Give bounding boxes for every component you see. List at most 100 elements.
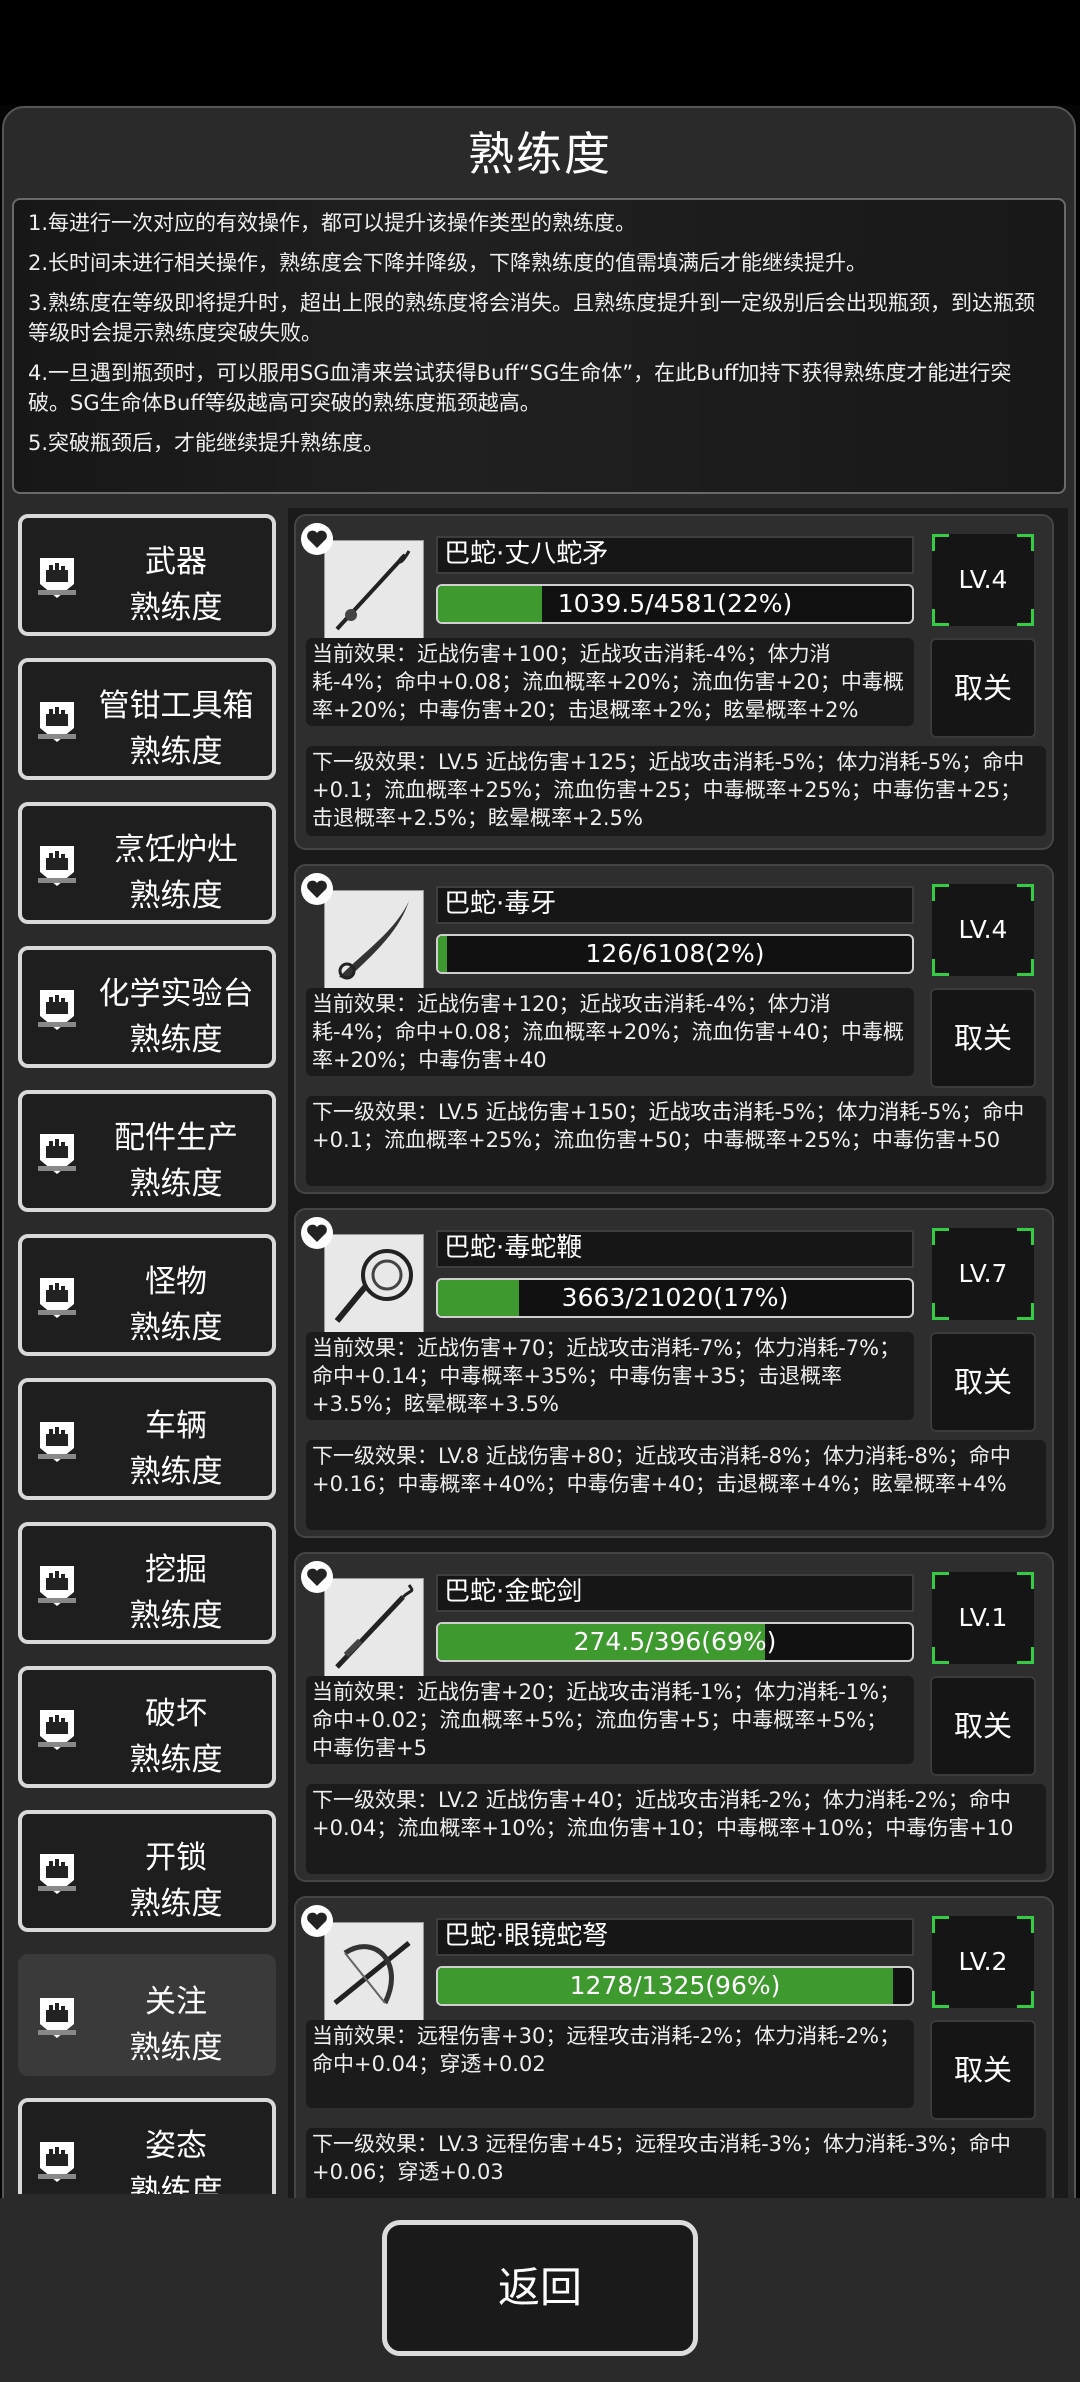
progress-bar: 3663/21020(17%)	[436, 1278, 914, 1318]
heart-icon[interactable]	[300, 1560, 334, 1594]
proficiency-card: 巴蛇·眼镜蛇弩 1278/1325(96%) LV.2 当前效果：远程伤害+30；远程…	[294, 1896, 1054, 2198]
progress-text: 126/6108(2%)	[585, 939, 765, 968]
category-suffix: 熟练度	[129, 2030, 223, 2066]
proficiency-card: 巴蛇·毒牙 126/6108(2%) LV.4 当前效果：近战伤害+120；近战攻击消…	[294, 864, 1054, 1194]
proficiency-icon	[36, 2138, 78, 2186]
category-name: 挖掘	[145, 1552, 207, 1588]
progress-text: 1278/1325(96%)	[569, 1971, 781, 2000]
description-box: 1.每进行一次对应的有效操作，都可以提升该操作类型的熟练度。 2.长时间未进行相…	[12, 198, 1066, 494]
item-name: 巴蛇·眼镜蛇弩	[436, 1918, 914, 1956]
current-effect: 当前效果：近战伤害+20；近战攻击消耗-1%；体力消耗-1%；命中+0.02；流…	[306, 1676, 914, 1764]
category-suffix: 熟练度	[129, 1886, 223, 1922]
heart-icon[interactable]	[300, 1904, 334, 1938]
progress-bar: 274.5/396(69%)	[436, 1622, 914, 1662]
heart-icon[interactable]	[300, 872, 334, 906]
category-name: 配件生产	[114, 1120, 238, 1156]
unfollow-button[interactable]: 取关	[930, 2020, 1036, 2120]
sidebar-category[interactable]: 怪物 熟练度	[18, 1234, 276, 1356]
proficiency-icon	[36, 698, 78, 746]
category-name: 烹饪炉灶	[114, 832, 238, 868]
item-name: 巴蛇·丈八蛇矛	[436, 536, 914, 574]
category-name: 关注	[145, 1984, 207, 2020]
page-title: 熟练度	[468, 127, 612, 181]
progress-text: 1039.5/4581(22%)	[557, 589, 793, 618]
current-effect: 当前效果：近战伤害+70；近战攻击消耗-7%；体力消耗-7%；命中+0.14；中…	[306, 1332, 914, 1420]
current-effect: 当前效果：近战伤害+120；近战攻击消耗-4%；体力消耗-4%；命中+0.08；…	[306, 988, 914, 1076]
category-suffix: 熟练度	[129, 734, 223, 770]
category-name: 姿态	[145, 2128, 207, 2164]
category-suffix: 熟练度	[129, 2174, 223, 2194]
description-line: 2.长时间未进行相关操作，熟练度会下降并降级，下降熟练度的值需填满后才能继续提升…	[28, 251, 868, 275]
item-name: 巴蛇·毒牙	[436, 886, 914, 924]
description-line: 1.每进行一次对应的有效操作，都可以提升该操作类型的熟练度。	[28, 211, 637, 235]
progress-bar: 126/6108(2%)	[436, 934, 914, 974]
proficiency-icon	[36, 1706, 78, 1754]
category-suffix: 熟练度	[129, 1454, 223, 1490]
current-effect: 当前效果：远程伤害+30；远程攻击消耗-2%；体力消耗-2%；命中+0.04；穿…	[306, 2020, 914, 2108]
sidebar-category[interactable]: 姿态 熟练度	[18, 2098, 276, 2194]
proficiency-icon	[36, 1418, 78, 1466]
category-name: 武器	[145, 544, 207, 580]
category-name: 怪物	[145, 1264, 207, 1300]
progress-text: 3663/21020(17%)	[561, 1283, 789, 1312]
unfollow-button[interactable]: 取关	[930, 1332, 1036, 1432]
level-badge: LV.7	[932, 1228, 1034, 1320]
level-badge: LV.4	[932, 884, 1034, 976]
progress-bar: 1278/1325(96%)	[436, 1966, 914, 2006]
current-effect: 当前效果：近战伤害+100；近战攻击消耗-4%；体力消耗-4%；命中+0.08；…	[306, 638, 914, 726]
weapon-thumbnail	[324, 1234, 424, 1334]
description-line: 4.一旦遇到瓶颈时，可以服用SG血清来尝试获得Buff“SG生命体”，在此Buf…	[28, 361, 1012, 415]
sidebar-category[interactable]: 管钳工具箱 熟练度	[18, 658, 276, 780]
item-name: 巴蛇·毒蛇鞭	[436, 1230, 914, 1268]
sidebar-category[interactable]: 关注 熟练度	[18, 1954, 276, 2076]
category-name: 开锁	[145, 1840, 207, 1876]
sidebar-category[interactable]: 化学实验台 熟练度	[18, 946, 276, 1068]
sidebar-category[interactable]: 破坏 熟练度	[18, 1666, 276, 1788]
weapon-thumbnail	[324, 1922, 424, 2022]
category-name: 化学实验台	[98, 976, 254, 1012]
level-text: LV.4	[958, 915, 1008, 944]
proficiency-icon	[36, 986, 78, 1034]
proficiency-icon	[36, 1850, 78, 1898]
unfollow-button[interactable]: 取关	[930, 988, 1036, 1088]
sidebar-category[interactable]: 开锁 熟练度	[18, 1810, 276, 1932]
status-bar-area	[0, 0, 1080, 105]
next-level-effect: 下一级效果：LV.2 近战伤害+40；近战攻击消耗-2%；体力消耗-2%；命中+…	[306, 1784, 1046, 1874]
category-suffix: 熟练度	[129, 1166, 223, 1202]
unfollow-button[interactable]: 取关	[930, 638, 1036, 738]
sidebar-category[interactable]: 武器 熟练度	[18, 514, 276, 636]
weapon-thumbnail	[324, 540, 424, 640]
description-line: 3.熟练度在等级即将提升时，超出上限的熟练度将会消失。且熟练度提升到一定级别后会…	[28, 291, 1036, 345]
category-suffix: 熟练度	[129, 1742, 223, 1778]
category-suffix: 熟练度	[129, 590, 223, 626]
proficiency-list[interactable]: 巴蛇·丈八蛇矛 1039.5/4581(22%) LV.4 当前效果：近战伤害+100…	[288, 508, 1068, 2198]
level-text: LV.2	[958, 1947, 1008, 1976]
proficiency-icon	[36, 1562, 78, 1610]
item-name: 巴蛇·金蛇剑	[436, 1574, 914, 1612]
category-sidebar[interactable]: 武器 熟练度 管钳工具箱 熟练度 烹饪炉灶 熟练度 化学实验台 熟练度 配件生产 熟练度 怪物 熟练度…	[14, 514, 276, 2194]
heart-icon[interactable]	[300, 522, 334, 556]
category-suffix: 熟练度	[129, 1310, 223, 1346]
level-text: LV.7	[958, 1259, 1008, 1288]
sidebar-category[interactable]: 配件生产 熟练度	[18, 1090, 276, 1212]
unfollow-button[interactable]: 取关	[930, 1676, 1036, 1776]
category-suffix: 熟练度	[129, 878, 223, 914]
proficiency-card: 巴蛇·丈八蛇矛 1039.5/4581(22%) LV.4 当前效果：近战伤害+100…	[294, 514, 1054, 850]
level-text: LV.1	[958, 1603, 1008, 1632]
sidebar-category[interactable]: 车辆 熟练度	[18, 1378, 276, 1500]
level-badge: LV.2	[932, 1916, 1034, 2008]
description-line: 5.突破瓶颈后，才能继续提升熟练度。	[28, 431, 385, 455]
weapon-thumbnail	[324, 890, 424, 990]
sidebar-category[interactable]: 挖掘 熟练度	[18, 1522, 276, 1644]
next-level-effect: 下一级效果：LV.5 近战伤害+125；近战攻击消耗-5%；体力消耗-5%；命中…	[306, 746, 1046, 836]
level-badge: LV.1	[932, 1572, 1034, 1664]
proficiency-icon	[36, 1994, 78, 2042]
proficiency-icon	[36, 1130, 78, 1178]
progress-text: 274.5/396(69%)	[573, 1627, 777, 1656]
category-suffix: 熟练度	[129, 1598, 223, 1634]
category-name: 破坏	[145, 1696, 207, 1732]
back-button[interactable]: 返回	[382, 2220, 698, 2356]
sidebar-category[interactable]: 烹饪炉灶 熟练度	[18, 802, 276, 924]
heart-icon[interactable]	[300, 1216, 334, 1250]
next-level-effect: 下一级效果：LV.8 近战伤害+80；近战攻击消耗-8%；体力消耗-8%；命中+…	[306, 1440, 1046, 1530]
